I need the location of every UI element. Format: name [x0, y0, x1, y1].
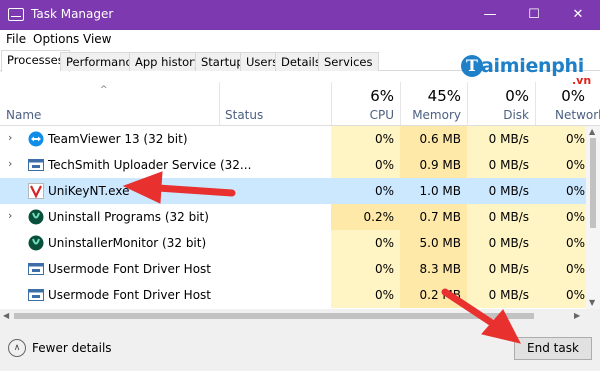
arrow-to-end-task-icon: [441, 288, 521, 344]
annotation-arrows: [122, 171, 521, 344]
arrow-to-unikey-icon: [122, 171, 236, 204]
